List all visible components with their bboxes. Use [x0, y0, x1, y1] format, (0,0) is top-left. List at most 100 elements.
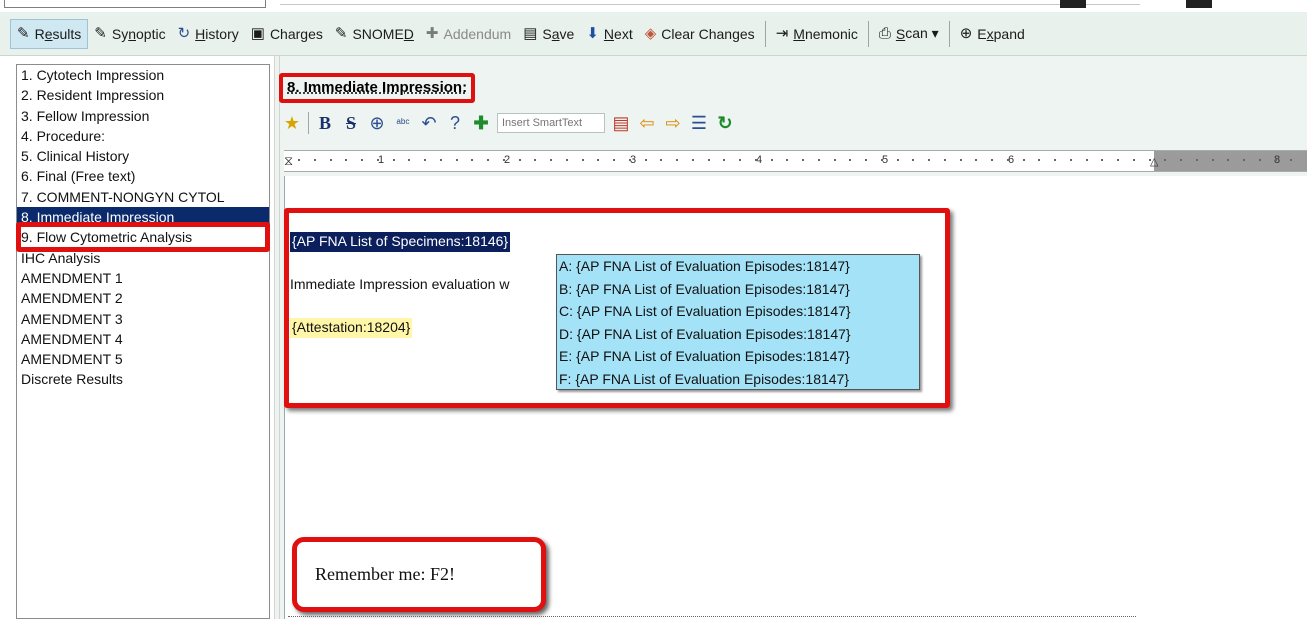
ruler-tick: [345, 159, 348, 161]
pencil-icon: ✎: [94, 25, 107, 42]
zoom-in-icon: ⊕: [959, 25, 973, 42]
favorite-star-icon[interactable]: ★: [282, 114, 302, 132]
ruler-tick: [644, 159, 647, 161]
bold-icon[interactable]: B: [315, 114, 335, 132]
evaluation-episodes-list[interactable]: A: {AP FNA List of Evaluation Episodes:1…: [556, 254, 920, 390]
ruler-number: 5: [882, 154, 889, 166]
ruler-margin-shade: [1154, 151, 1307, 171]
ruler-tick: [691, 159, 694, 161]
section-nav-item[interactable]: AMENDMENT 2: [17, 288, 269, 308]
section-navigator[interactable]: 1. Cytotech Impression 2. Resident Impres…: [16, 64, 270, 619]
results-mnemonic-key: e: [44, 25, 53, 42]
spellcheck-icon[interactable]: ᵃᵇᶜ: [393, 117, 413, 129]
strikethrough-icon[interactable]: S: [341, 114, 361, 132]
remember-callout: Remember me: F2!: [292, 537, 546, 612]
scan-button[interactable]: ⎙ Scan ▾: [873, 19, 945, 49]
snomed-mnemonic-key: D: [403, 25, 414, 42]
ruler-tick: [660, 159, 663, 161]
charges-label: Charges: [269, 25, 323, 42]
section-nav-item[interactable]: 1. Cytotech Impression: [17, 65, 269, 85]
section-nav-item[interactable]: AMENDMENT 4: [17, 329, 269, 349]
ruler-tick: [298, 159, 300, 161]
smarttext-list-icon[interactable]: ▤: [611, 114, 631, 132]
results-label: R: [34, 25, 45, 42]
ruler-tick: [471, 159, 474, 161]
text-format-icon[interactable]: ☰: [689, 114, 709, 132]
add-smartphrase-icon[interactable]: ✚: [471, 114, 491, 132]
section-nav-item[interactable]: Discrete Results: [17, 369, 269, 389]
next-button[interactable]: ⬇ Next: [580, 19, 638, 49]
expand-button[interactable]: ⊕ Ex pand: [954, 19, 1031, 49]
results-label-rest: sults: [52, 25, 82, 42]
evaluation-episode-option[interactable]: F: {AP FNA List of Evaluation Episodes:1…: [557, 368, 919, 391]
ruler-tick: [723, 159, 726, 161]
mnemonic-button[interactable]: ⇥ Mnemonic: [770, 19, 864, 49]
ruler-tick: [424, 159, 426, 161]
section-nav-item[interactable]: 7. COMMENT-NONGYN CYTOL: [17, 187, 269, 207]
section-nav-item[interactable]: AMENDMENT 1: [17, 268, 269, 288]
charges-icon: ▣: [250, 25, 265, 42]
previous-field-icon[interactable]: ⇦: [637, 114, 657, 132]
toolbar-separator: [948, 20, 950, 47]
help-icon[interactable]: ?: [445, 114, 465, 132]
patient-field[interactable]: [4, 0, 266, 8]
section-nav-item[interactable]: AMENDMENT 3: [17, 309, 269, 329]
ruler-tick: [487, 159, 489, 161]
section-nav-item[interactable]: 6. Final (Free text): [17, 166, 269, 186]
results-button[interactable]: ✎ Re sults: [10, 18, 89, 49]
evaluation-episode-option[interactable]: A: {AP FNA List of Evaluation Episodes:1…: [557, 255, 919, 278]
ruler-tick: [1132, 159, 1135, 161]
scan-icon: ⎙: [878, 25, 891, 42]
section-nav-item[interactable]: AMENDMENT 5: [17, 349, 269, 369]
next-mnemonic-key: N: [603, 25, 615, 42]
ruler-tick: [896, 159, 899, 161]
save-icon: ▤: [523, 25, 538, 42]
top-marker-left: [1060, 0, 1086, 8]
selected-section-highlight: [16, 222, 270, 252]
expand-label-rest: pand: [993, 25, 1025, 42]
smarttext-input[interactable]: [497, 113, 605, 133]
ruler-tick: [628, 159, 631, 161]
pencil-icon: ✎: [334, 25, 348, 42]
ruler-tick: [408, 159, 411, 161]
pencil-icon: ✎: [17, 25, 30, 42]
clear-mnemonic-key: g: [732, 25, 740, 42]
top-strip: [0, 0, 1307, 12]
evaluation-episode-option[interactable]: D: {AP FNA List of Evaluation Episodes:1…: [557, 323, 919, 346]
ruler-tick: [313, 159, 316, 161]
zoom-icon[interactable]: ⊕: [367, 114, 387, 132]
clear-label: Clear Chan: [661, 25, 733, 42]
section-nav-item[interactable]: 4. Procedure:: [17, 126, 269, 146]
evaluation-episode-option[interactable]: C: {AP FNA List of Evaluation Episodes:1…: [557, 300, 919, 323]
synoptic-button[interactable]: ✎ Sy n optic: [88, 19, 171, 49]
undo-icon[interactable]: ↶: [419, 114, 439, 132]
scan-mnemonic-key: S: [895, 25, 906, 42]
section-nav-item[interactable]: 3. Fellow Impression: [17, 106, 269, 126]
history-button[interactable]: ↻ History: [172, 19, 245, 49]
addendum-button[interactable]: ✚ Addendum: [420, 19, 517, 49]
toolbar-separator: [867, 20, 869, 47]
ruler-tick: [1054, 159, 1056, 161]
down-arrow-icon: ⬇: [586, 25, 599, 42]
ruler-tick: [439, 159, 442, 161]
clear-button[interactable]: ◈ Clear Chan g es: [639, 19, 761, 49]
save-mnemonic-key: a: [551, 25, 560, 42]
save-button[interactable]: ▤ Sa ve: [517, 19, 580, 49]
section-nav-item[interactable]: 5. Clinical History: [17, 146, 269, 166]
left-indent-marker-icon[interactable]: ⧖: [284, 153, 293, 169]
top-marker-right: [1186, 0, 1212, 8]
refresh-icon[interactable]: ↻: [715, 114, 735, 132]
right-indent-marker-icon[interactable]: △: [1150, 155, 1158, 168]
evaluation-episode-option[interactable]: B: {AP FNA List of Evaluation Episodes:1…: [557, 278, 919, 301]
snomed-button[interactable]: ✎ SNOME D: [329, 19, 420, 49]
format-toolbar: ★ B S ⊕ ᵃᵇᶜ ↶ ? ✚ ▤ ⇦ ⇨ ☰ ↻: [280, 108, 735, 138]
attestation-smartlink[interactable]: {Attestation:18204}: [290, 318, 413, 338]
ruler-tick: [754, 159, 757, 161]
snomed-label: SNOME: [352, 25, 404, 42]
section-nav-item[interactable]: 2. Resident Impression: [17, 85, 269, 105]
evaluation-episode-option[interactable]: E: {AP FNA List of Evaluation Episodes:1…: [557, 345, 919, 368]
ruler-tick: [817, 159, 820, 161]
next-field-icon[interactable]: ⇨: [663, 114, 683, 132]
specimens-smartlink[interactable]: {AP FNA List of Specimens:18146}: [290, 232, 511, 252]
charges-button[interactable]: ▣ Charges: [245, 19, 329, 49]
